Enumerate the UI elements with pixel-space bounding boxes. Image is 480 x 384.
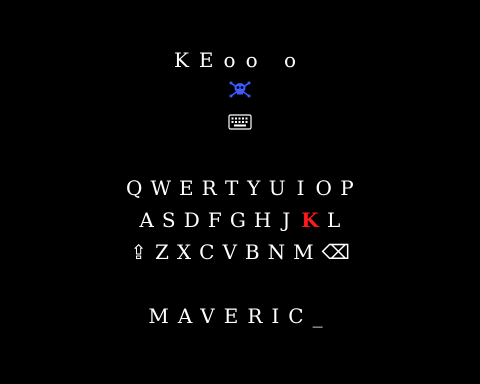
key-b[interactable]: B	[245, 240, 260, 264]
key-v[interactable]: V	[222, 240, 236, 264]
key-q[interactable]: Q	[126, 176, 142, 200]
key-o[interactable]: O	[316, 176, 332, 200]
key-t[interactable]: T	[225, 176, 239, 200]
key-p[interactable]: P	[340, 176, 354, 200]
screen-title: KEoo o	[173, 48, 307, 72]
keyboard-row-1: QWERTYUIOP	[0, 176, 480, 200]
key-z[interactable]: Z	[155, 240, 169, 264]
backspace-icon[interactable]: ⌫	[322, 240, 350, 264]
skull-crossbones-icon	[0, 80, 480, 102]
keyboard-row-3: ⇪ Z X C V B N M ⌫	[0, 240, 480, 264]
key-d[interactable]: D	[184, 208, 200, 232]
key-l[interactable]: L	[327, 208, 341, 232]
key-u[interactable]: U	[269, 176, 286, 200]
keyboard-row-2: ASDFGHJKL	[0, 208, 480, 232]
key-c[interactable]: C	[199, 240, 214, 264]
keyboard-icon	[0, 114, 480, 134]
key-f[interactable]: F	[208, 208, 222, 232]
key-h[interactable]: H	[254, 208, 271, 232]
key-y[interactable]: Y	[247, 176, 261, 200]
key-x[interactable]: X	[177, 240, 191, 264]
shift-icon[interactable]: ⇪	[130, 240, 147, 264]
key-a[interactable]: A	[139, 208, 153, 232]
key-g[interactable]: G	[230, 208, 246, 232]
key-i[interactable]: I	[294, 176, 308, 200]
name-entry-field: MAVERIC_	[148, 304, 332, 328]
key-w[interactable]: W	[150, 176, 171, 200]
key-m[interactable]: M	[293, 240, 313, 264]
key-e[interactable]: E	[179, 176, 194, 200]
key-k[interactable]: K	[301, 208, 318, 232]
key-j[interactable]: J	[279, 208, 293, 232]
key-r[interactable]: R	[202, 176, 217, 200]
key-s[interactable]: S	[162, 208, 176, 232]
key-n[interactable]: N	[268, 240, 286, 264]
